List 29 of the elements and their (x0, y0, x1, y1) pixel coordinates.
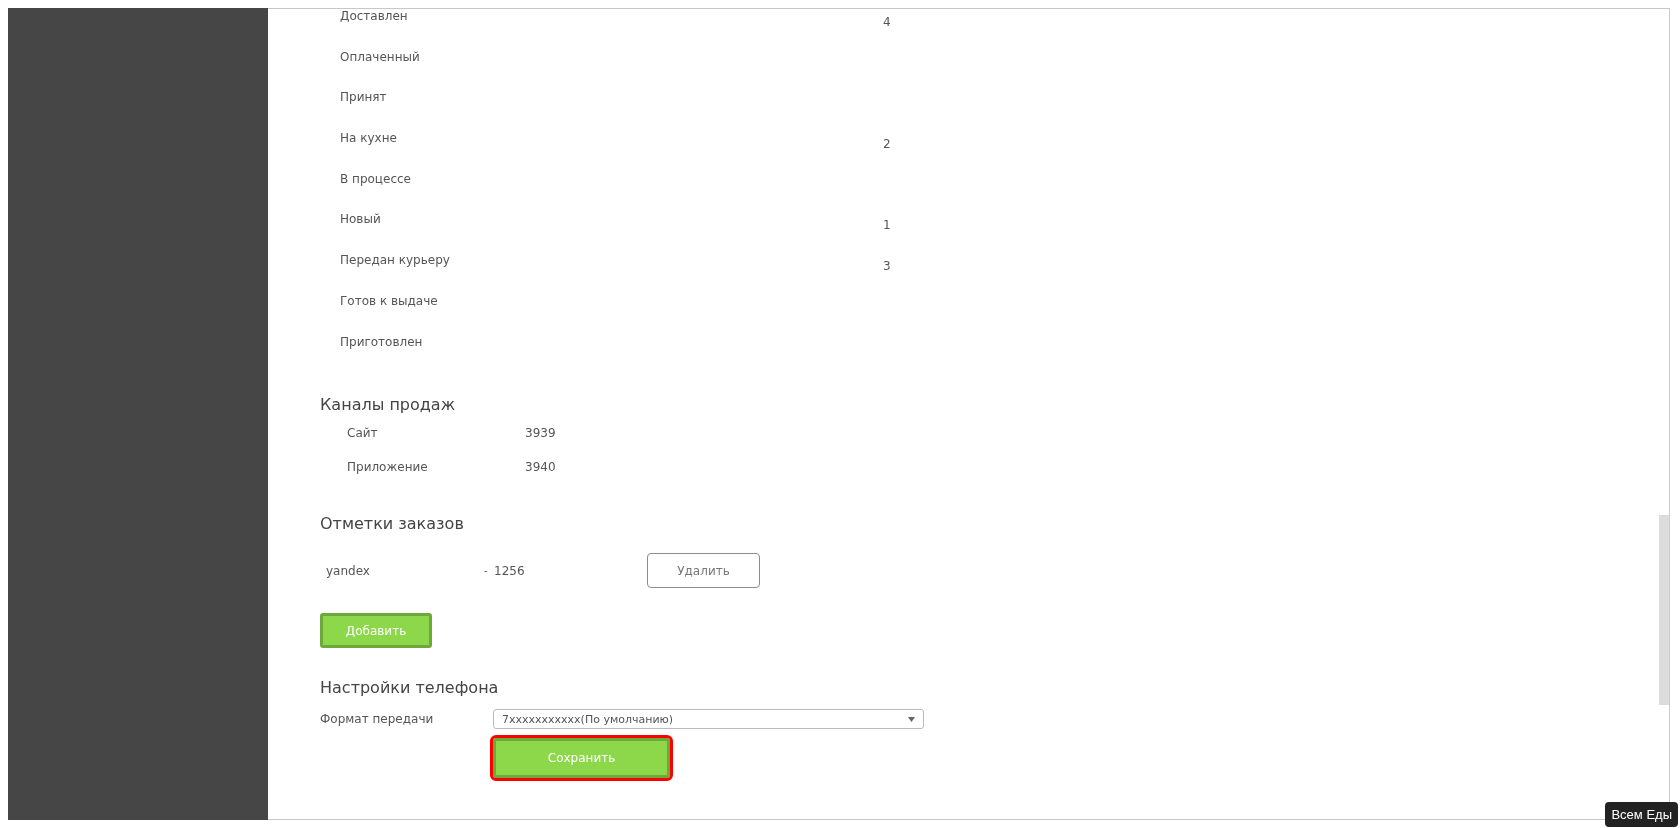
status-label: Приготовлен (340, 334, 424, 351)
section-heading: Отметки заказов (320, 514, 464, 534)
status-label: Передан курьеру (340, 253, 451, 270)
mark-name: yandex (326, 563, 371, 578)
status-label: Оплаченный (340, 49, 421, 66)
channel-value: 3940 (525, 460, 556, 477)
channel-label: Сайт (347, 426, 379, 443)
status-label: Принят (340, 90, 388, 107)
status-count: 4 (883, 14, 891, 31)
scrollbar[interactable] (1659, 515, 1669, 705)
channel-value: 3939 (525, 426, 556, 443)
status-count: 3 (883, 258, 891, 276)
status-label: На кухне (340, 131, 398, 148)
tooltip: Всем Еды (1605, 802, 1678, 827)
status-count: 2 (883, 136, 891, 154)
status-label: Готов к выдаче (340, 293, 439, 310)
format-select[interactable]: 7xxxxxxxxxxx(По умолчанию) (493, 709, 924, 730)
mark-value: 1256 (494, 563, 526, 578)
caret-icon (908, 716, 915, 722)
mark-separator: - (484, 565, 489, 577)
status-label: Доставлен (340, 9, 409, 25)
section-heading: Каналы продаж (320, 395, 456, 415)
format-label: Формат передачи (320, 712, 435, 727)
status-label: В процессе (340, 171, 412, 188)
delete-button[interactable]: Удалить (647, 553, 760, 589)
section-heading: Настройки телефона (320, 678, 499, 698)
status-label: Новый (340, 212, 382, 229)
channel-label: Приложение (347, 460, 429, 477)
status-count: 1 (883, 217, 891, 235)
